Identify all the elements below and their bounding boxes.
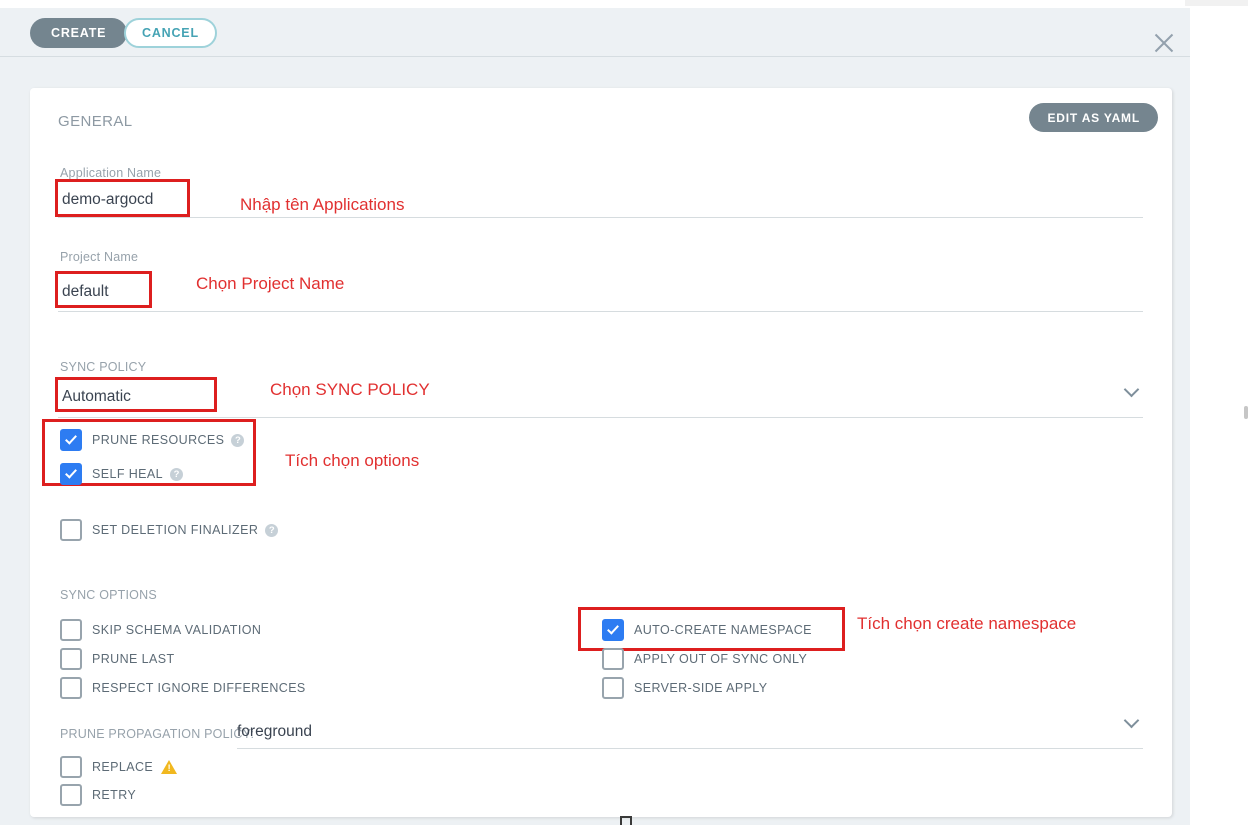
create-button[interactable]: CREATE: [30, 18, 127, 48]
replace-label: REPLACE: [92, 760, 153, 774]
check-icon: [607, 622, 619, 634]
options-annotation: Tích chọn options: [285, 451, 419, 471]
section-title: GENERAL: [58, 113, 133, 130]
prune-last-row: PRUNE LAST: [60, 648, 175, 670]
prune-resources-checkbox[interactable]: [60, 429, 82, 451]
set-deletion-finalizer-row: SET DELETION FINALIZER ?: [60, 519, 278, 541]
apply-out-of-sync-only-label: APPLY OUT OF SYNC ONLY: [634, 652, 807, 666]
prune-last-label: PRUNE LAST: [92, 652, 175, 666]
help-icon[interactable]: ?: [170, 468, 183, 481]
namespace-annotation: Tích chọn create namespace: [857, 614, 1076, 634]
close-icon[interactable]: [1155, 32, 1173, 50]
sync-policy-select[interactable]: Automatic: [62, 388, 131, 406]
prune-propagation-underline: [237, 748, 1143, 749]
chevron-down-icon[interactable]: [1124, 713, 1140, 729]
server-side-apply-label: SERVER-SIDE APPLY: [634, 681, 767, 695]
self-heal-label: SELF HEAL: [92, 467, 163, 481]
prune-propagation-policy-select[interactable]: foreground: [237, 723, 312, 741]
panel-toolbar: CREATE CANCEL: [0, 8, 1190, 57]
scrollbar-thumb[interactable]: [1244, 406, 1248, 419]
self-heal-checkbox[interactable]: [60, 463, 82, 485]
skip-schema-validation-label: SKIP SCHEMA VALIDATION: [92, 623, 261, 637]
self-heal-row: SELF HEAL ?: [60, 463, 183, 485]
respect-ignore-differences-row: RESPECT IGNORE DIFFERENCES: [60, 677, 306, 699]
auto-create-namespace-label: AUTO-CREATE NAMESPACE: [634, 623, 812, 637]
skip-schema-validation-checkbox[interactable]: [60, 619, 82, 641]
general-card: GENERAL EDIT AS YAML Application Name de…: [30, 88, 1172, 817]
prune-resources-label: PRUNE RESOURCES: [92, 433, 224, 447]
project-name-underline: [58, 311, 1143, 312]
set-deletion-finalizer-label: SET DELETION FINALIZER: [92, 523, 258, 537]
sync-policy-label: SYNC POLICY: [60, 360, 146, 374]
respect-ignore-differences-label: RESPECT IGNORE DIFFERENCES: [92, 681, 306, 695]
warning-icon: [161, 760, 177, 774]
application-name-label: Application Name: [60, 166, 161, 180]
application-name-annotation: Nhập tên Applications: [240, 195, 404, 215]
check-icon: [65, 466, 77, 478]
sync-policy-underline: [58, 417, 1143, 418]
auto-create-namespace-row: AUTO-CREATE NAMESPACE: [602, 619, 812, 641]
skip-schema-validation-row: SKIP SCHEMA VALIDATION: [60, 619, 261, 641]
application-name-input[interactable]: demo-argocd: [62, 191, 153, 209]
respect-ignore-differences-checkbox[interactable]: [60, 677, 82, 699]
edit-as-yaml-button[interactable]: EDIT AS YAML: [1029, 103, 1158, 132]
create-application-panel: CREATE CANCEL GENERAL EDIT AS YAML Appli…: [0, 8, 1190, 825]
project-name-annotation: Chọn Project Name: [196, 274, 344, 294]
application-name-underline: [58, 217, 1143, 218]
retry-label: RETRY: [92, 788, 136, 802]
prune-resources-row: PRUNE RESOURCES ?: [60, 429, 244, 451]
apply-out-of-sync-only-checkbox[interactable]: [602, 648, 624, 670]
set-deletion-finalizer-checkbox[interactable]: [60, 519, 82, 541]
server-side-apply-row: SERVER-SIDE APPLY: [602, 677, 767, 699]
help-icon[interactable]: ?: [231, 434, 244, 447]
replace-row: REPLACE: [60, 756, 177, 778]
auto-create-namespace-checkbox[interactable]: [602, 619, 624, 641]
help-icon[interactable]: ?: [265, 524, 278, 537]
prune-propagation-policy-label: PRUNE PROPAGATION POLICY:: [60, 727, 254, 741]
sync-options-title: SYNC OPTIONS: [60, 588, 157, 602]
project-name-label: Project Name: [60, 250, 138, 264]
check-icon: [65, 432, 77, 444]
chevron-down-icon[interactable]: [1124, 382, 1140, 398]
cursor-artifact: [620, 816, 632, 825]
sync-policy-annotation: Chọn SYNC POLICY: [270, 380, 430, 400]
server-side-apply-checkbox[interactable]: [602, 677, 624, 699]
project-name-input[interactable]: default: [62, 283, 109, 301]
replace-checkbox[interactable]: [60, 756, 82, 778]
apply-out-of-sync-only-row: APPLY OUT OF SYNC ONLY: [602, 648, 807, 670]
top-edge-strip: [1185, 0, 1248, 6]
retry-checkbox[interactable]: [60, 784, 82, 806]
retry-row: RETRY: [60, 784, 136, 806]
cancel-button[interactable]: CANCEL: [124, 18, 217, 48]
prune-last-checkbox[interactable]: [60, 648, 82, 670]
